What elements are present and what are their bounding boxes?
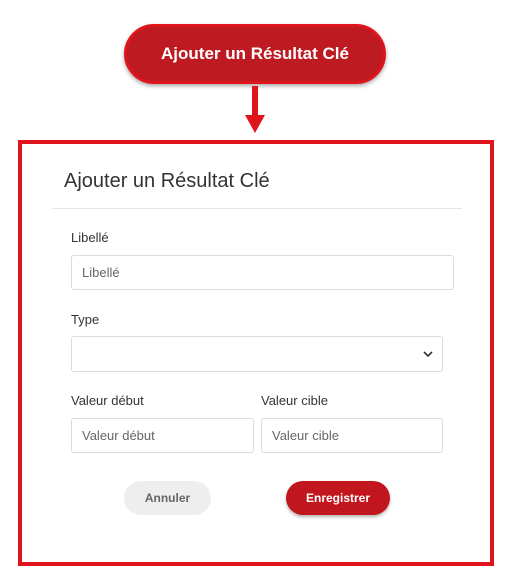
libelle-input[interactable]: [71, 255, 454, 290]
save-button[interactable]: Enregistrer: [286, 481, 390, 515]
libelle-label: Libellé: [71, 230, 109, 245]
add-key-result-button[interactable]: Ajouter un Résultat Clé: [124, 24, 386, 84]
type-label: Type: [71, 312, 100, 327]
valeur-debut-label: Valeur début: [71, 393, 144, 408]
save-button-label: Enregistrer: [305, 491, 371, 505]
type-select[interactable]: [71, 336, 443, 372]
cancel-button-label: Annuler: [144, 491, 191, 505]
chevron-down-icon: [423, 351, 433, 358]
add-key-result-button-label: Ajouter un Résultat Clé: [161, 44, 349, 63]
valeur-cible-input[interactable]: [261, 418, 443, 453]
valeur-cible-label: Valeur cible: [261, 393, 328, 408]
modal-title: Ajouter un Résultat Clé: [64, 170, 270, 192]
cancel-button[interactable]: Annuler: [124, 481, 211, 515]
arrow-down-icon: [245, 115, 265, 133]
modal-header-divider: [52, 208, 462, 209]
valeur-debut-input[interactable]: [71, 418, 254, 453]
arrow-shaft: [252, 86, 258, 116]
